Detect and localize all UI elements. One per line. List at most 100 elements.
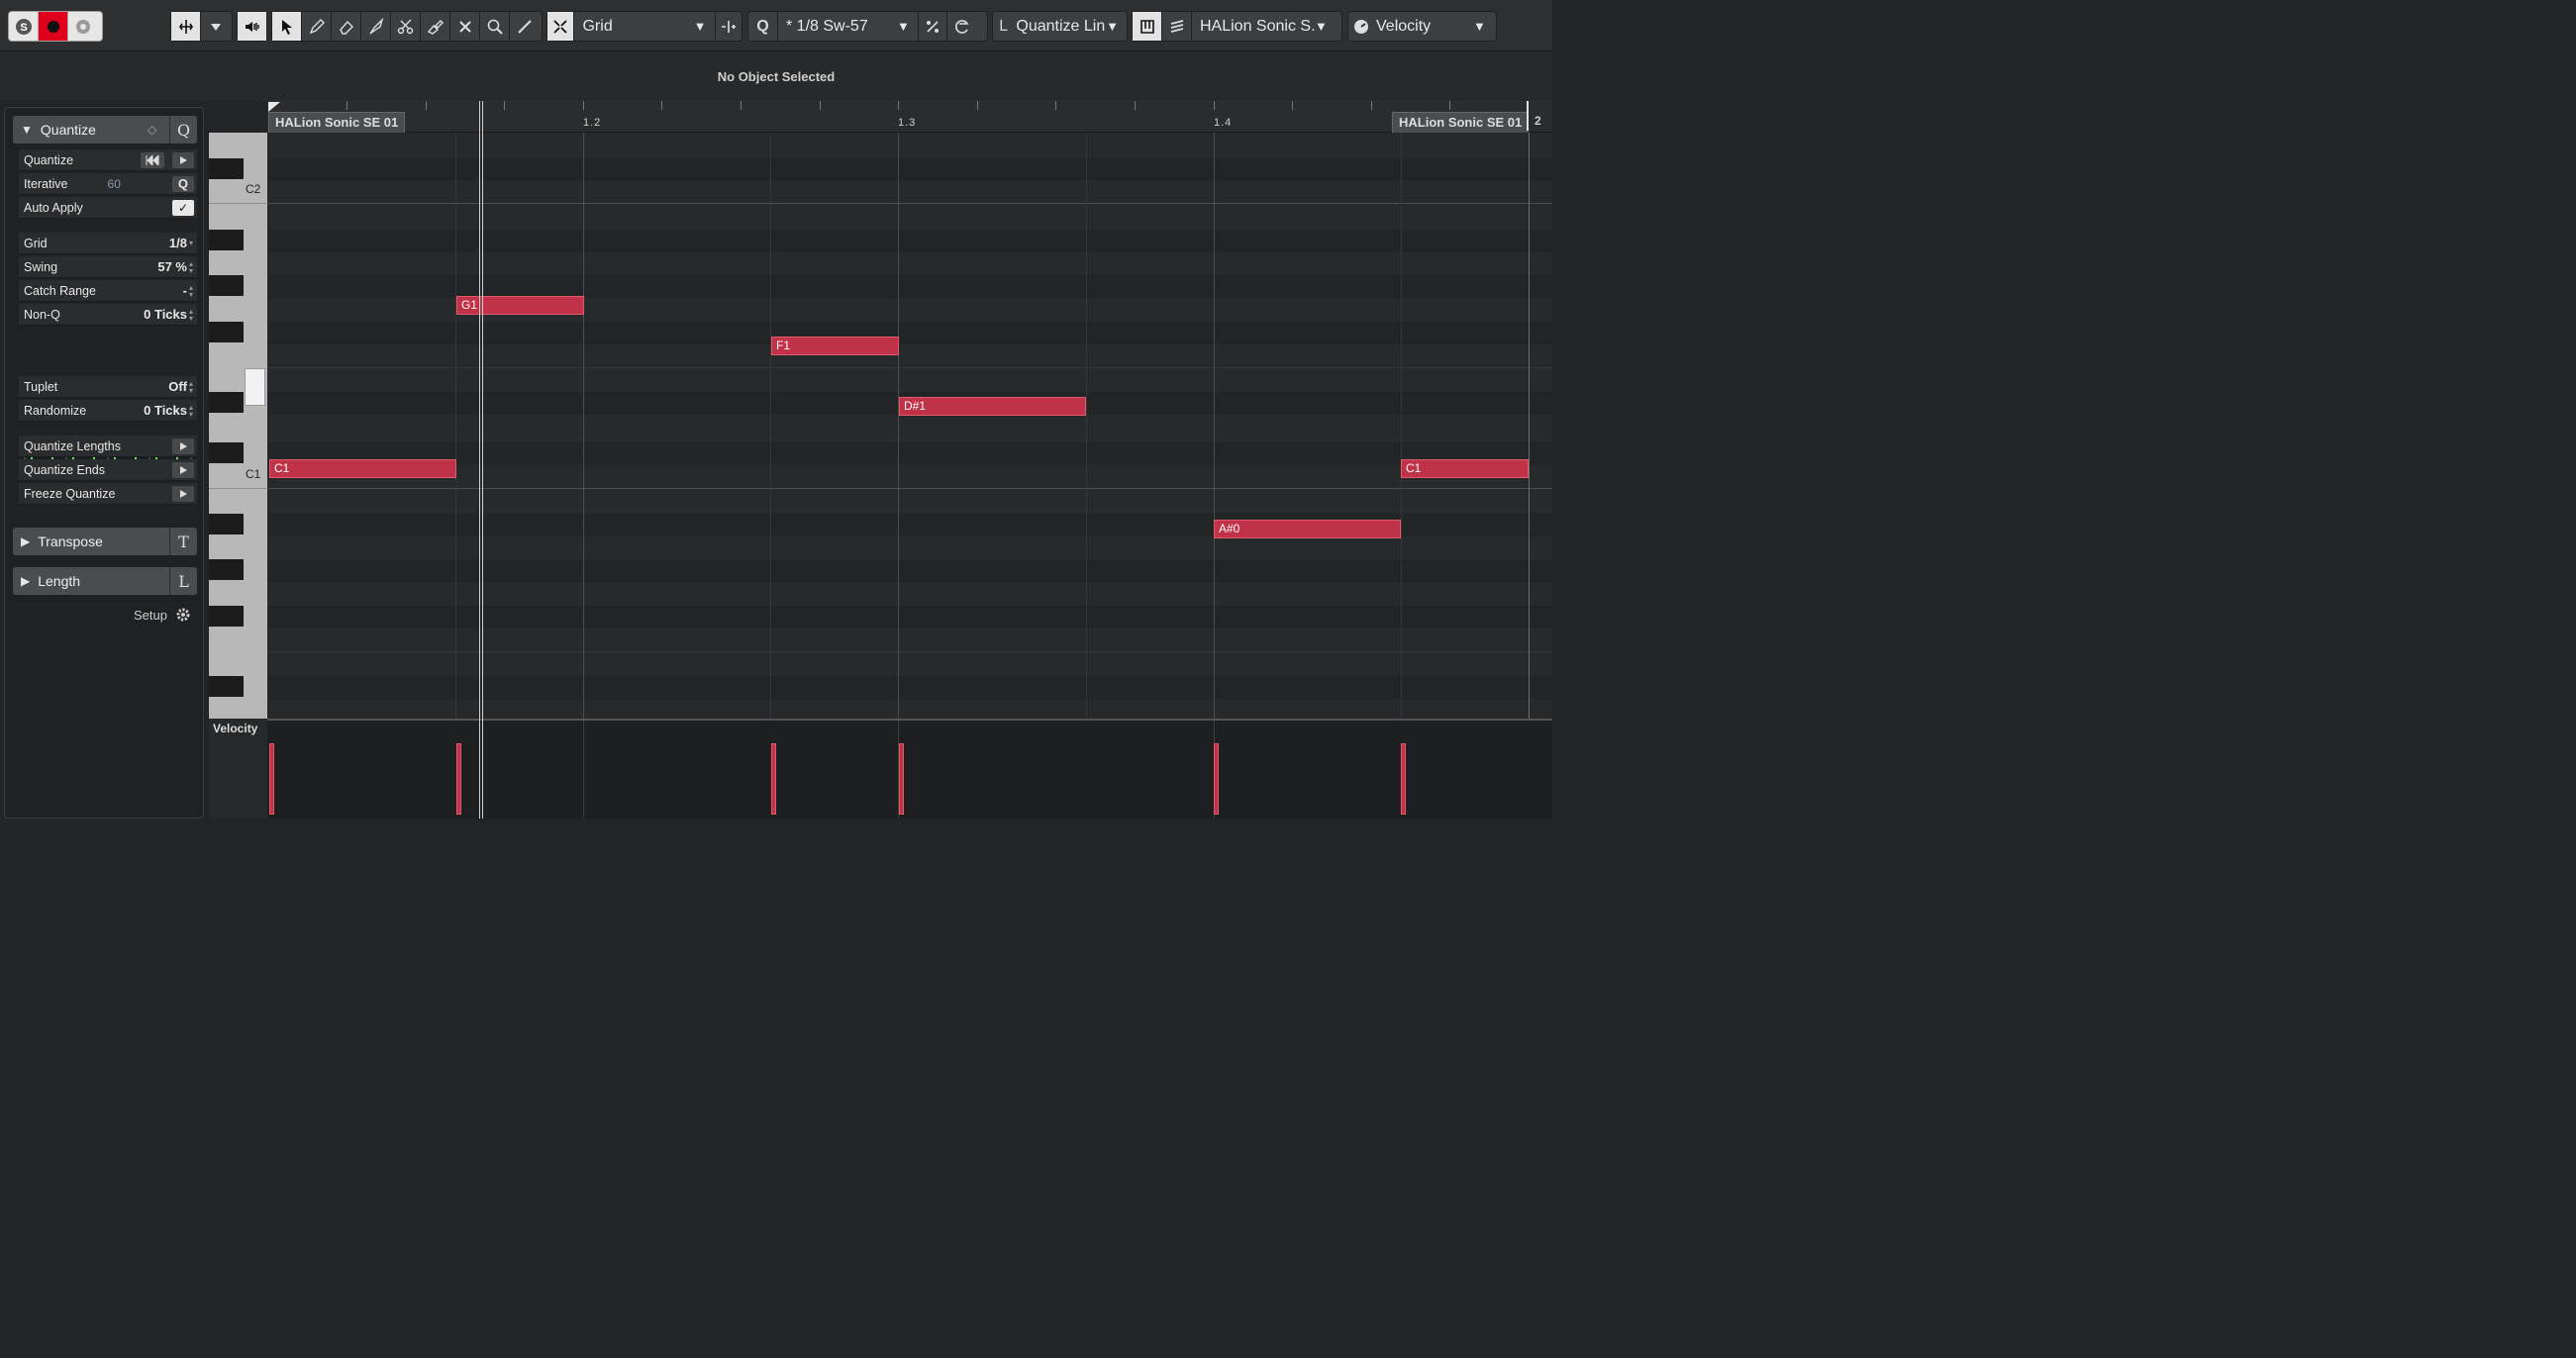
monitor-button[interactable] (68, 12, 98, 41)
velocity-bar[interactable] (456, 743, 461, 815)
instrument-value[interactable]: HALion Sonic S. (1192, 18, 1316, 36)
note-display[interactable]: C1 G1 F1 D#1 A#0 C1 (267, 133, 1552, 719)
black-key[interactable] (209, 392, 244, 413)
stepper-icon[interactable]: ▴ ▾ (189, 403, 193, 418)
midi-note[interactable]: G1 (456, 296, 584, 315)
transpose-section-header[interactable]: ▶ Transpose T (13, 528, 197, 555)
collapse-triangle-icon[interactable]: ▼ (21, 123, 33, 137)
editor-mode-dropdown[interactable] (201, 12, 231, 41)
velocity-bar[interactable] (269, 743, 274, 815)
black-key[interactable] (209, 559, 244, 580)
grid-row[interactable]: Grid 1/8 ▾ (19, 233, 197, 254)
mute-tool[interactable] (450, 12, 480, 41)
quantize-key-icon[interactable]: Q (169, 116, 197, 144)
black-key[interactable] (209, 606, 244, 627)
velocity-bar[interactable] (899, 743, 904, 815)
diamond-icon[interactable]: ◇ (148, 123, 169, 137)
stepper-icon[interactable]: ▴ ▾ (189, 259, 193, 274)
split-view-button[interactable] (171, 12, 201, 41)
black-key[interactable] (209, 275, 244, 296)
midi-note[interactable]: A#0 (1214, 520, 1401, 538)
catch-range-row[interactable]: Catch Range - ▴ ▾ (19, 280, 197, 302)
transpose-key-icon[interactable]: T (169, 528, 197, 555)
ruler[interactable]: 1.2 1.3 1.4 2 HALion Sonic SE 01 HALion … (267, 101, 1552, 134)
swing-row[interactable]: Swing 57 % ▴ ▾ (19, 256, 197, 278)
part-name-start[interactable]: HALion Sonic SE 01 (268, 112, 406, 134)
expand-triangle-icon[interactable]: ▶ (21, 534, 30, 548)
setup-button[interactable]: Setup (134, 607, 191, 623)
iterative-quantize-button[interactable] (947, 12, 977, 41)
auto-apply-checkbox[interactable]: ✓ (172, 199, 194, 216)
iterative-value[interactable]: 60 (108, 177, 121, 191)
snap-live-button[interactable] (714, 12, 742, 41)
black-key[interactable] (209, 230, 244, 250)
randomize-row[interactable]: Randomize 0 Ticks ▴ ▾ (19, 400, 197, 422)
snap-type-value[interactable]: Grid (574, 18, 693, 36)
trim-tool[interactable] (361, 12, 391, 41)
quantize-section-header[interactable]: ▼ Quantize ◇ Q (13, 116, 197, 144)
project-cursor[interactable] (479, 101, 483, 819)
controller-lane-header[interactable]: Velocity (209, 719, 267, 819)
grid-line (770, 133, 771, 719)
quantize-mode-value[interactable]: Quantize Lin (1014, 18, 1106, 36)
velocity-bar[interactable] (1214, 743, 1219, 815)
quantize-button[interactable]: Q (748, 12, 778, 41)
object-selection-tool[interactable] (272, 12, 302, 41)
solo-button[interactable]: S (9, 12, 39, 41)
midi-note[interactable]: C1 (1401, 459, 1529, 478)
stepper-icon[interactable]: ▴ ▾ (189, 307, 193, 322)
record-button[interactable] (39, 12, 68, 41)
erase-tool[interactable] (332, 12, 361, 41)
apply-quantize-button[interactable] (172, 151, 194, 168)
quantize-preset-value[interactable]: * 1/8 Sw-57 (778, 18, 897, 36)
highlighted-key[interactable] (245, 368, 265, 406)
part-name-end[interactable]: HALion Sonic SE 01 (1392, 112, 1530, 134)
controller-value[interactable]: Velocity (1374, 18, 1473, 36)
quantize-row: Quantize (19, 149, 197, 171)
snap-toggle[interactable] (547, 12, 575, 41)
midi-note[interactable]: F1 (771, 337, 899, 355)
glue-tool[interactable] (421, 12, 450, 41)
draw-tool[interactable] (302, 12, 332, 41)
midi-note[interactable]: D#1 (899, 397, 1086, 416)
piano-keyboard[interactable]: C2 C1 (209, 133, 267, 719)
chevron-down-icon[interactable]: ▼ (1473, 19, 1494, 34)
midi-note[interactable]: C1 (269, 459, 456, 478)
reset-quantize-button[interactable] (141, 151, 164, 168)
stepper-icon[interactable]: ▴ ▾ (189, 379, 193, 394)
line-tool[interactable] (510, 12, 540, 41)
acoustic-feedback-button[interactable] (238, 12, 266, 41)
freeze-quantize-button[interactable] (172, 485, 194, 502)
black-key[interactable] (209, 322, 244, 342)
quantize-ends-button[interactable] (172, 461, 194, 478)
edit-instrument-button[interactable] (1133, 12, 1162, 41)
black-key[interactable] (209, 158, 244, 179)
right-locator[interactable] (1527, 101, 1529, 131)
quantize-type-button[interactable] (917, 12, 947, 41)
split-tool[interactable] (391, 12, 421, 41)
iterative-quantize-button[interactable]: Q (171, 175, 194, 192)
velocity-bar[interactable] (771, 743, 776, 815)
black-key[interactable] (209, 442, 244, 463)
tuplet-row[interactable]: Tuplet Off ▴ ▾ (19, 376, 197, 398)
chevron-down-icon[interactable]: ▼ (1315, 19, 1336, 34)
chevron-down-icon[interactable]: ▼ (897, 19, 918, 34)
stepper-icon[interactable]: ▴ ▾ (189, 283, 193, 298)
track-list-button[interactable] (1162, 12, 1192, 41)
black-key-lane (267, 442, 1552, 465)
magnifier-icon (487, 19, 503, 35)
quantize-lengths-button[interactable] (172, 437, 194, 454)
length-key-icon[interactable]: L (169, 567, 197, 595)
non-q-row[interactable]: Non-Q 0 Ticks ▴ ▾ (19, 304, 197, 326)
velocity-lane[interactable] (267, 719, 1552, 819)
expand-triangle-icon[interactable]: ▶ (21, 574, 30, 588)
length-section-header[interactable]: ▶ Length L (13, 567, 197, 595)
chevron-down-icon[interactable]: ▼ (1106, 19, 1127, 34)
black-key[interactable] (209, 514, 244, 534)
zoom-tool[interactable] (480, 12, 510, 41)
controller-group: Velocity ▼ (1347, 11, 1497, 42)
velocity-bar[interactable] (1401, 743, 1406, 815)
dropdown-icon[interactable]: ▾ (189, 240, 193, 247)
chevron-down-icon[interactable]: ▼ (694, 19, 715, 34)
black-key[interactable] (209, 676, 244, 697)
